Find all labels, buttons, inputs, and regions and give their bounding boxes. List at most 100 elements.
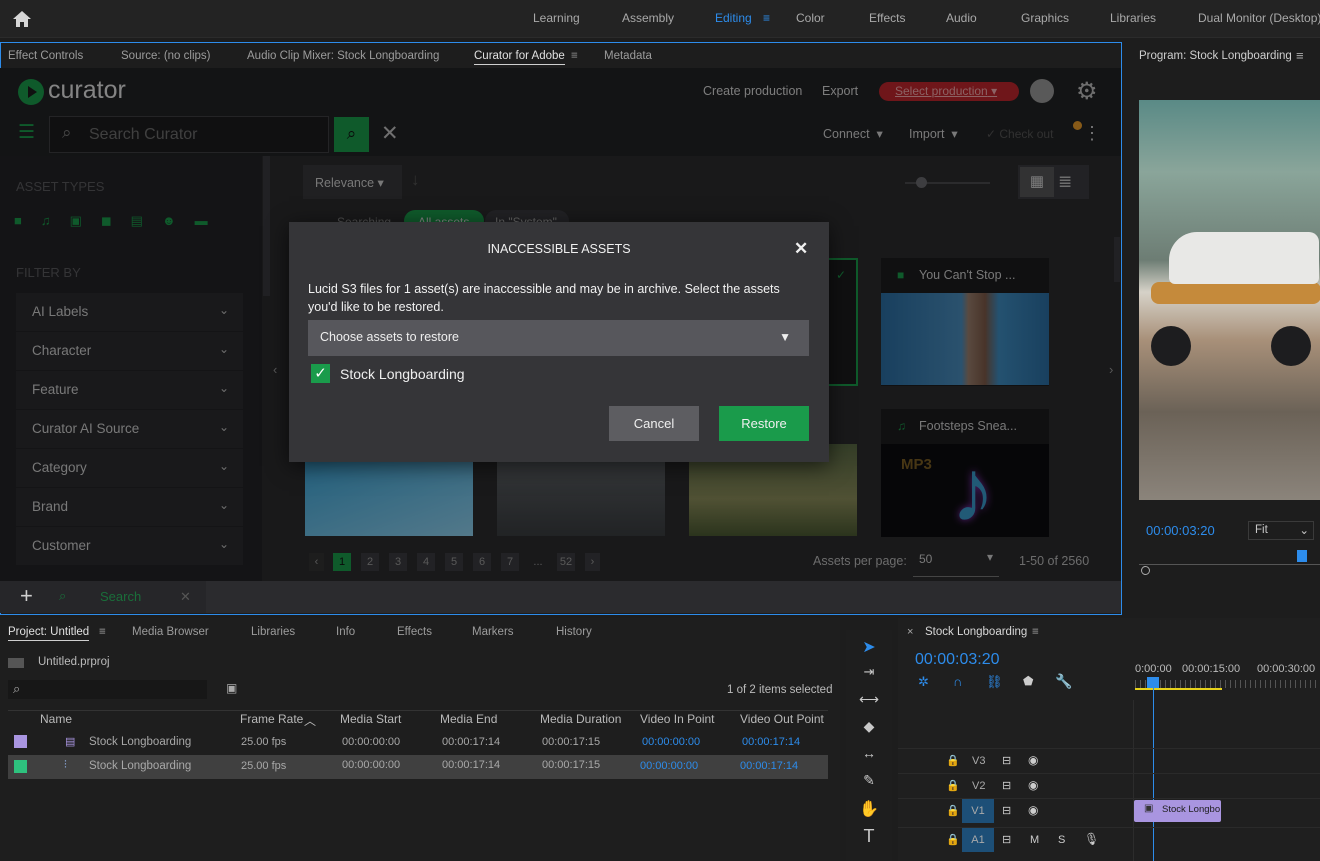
home-icon[interactable] — [12, 10, 32, 28]
ruler-label: 00:00:15:00 — [1182, 663, 1241, 675]
sync-icon[interactable]: ⊟ — [1002, 779, 1011, 792]
add-icon[interactable]: + — [20, 583, 33, 609]
sync-icon[interactable]: ⊟ — [1002, 804, 1011, 817]
choose-assets-dropdown[interactable]: Choose assets to restore ▼ — [308, 320, 809, 356]
playhead[interactable] — [1297, 550, 1307, 562]
tab-source[interactable]: Source: (no clips) — [121, 50, 210, 62]
workspace-color[interactable]: Color — [796, 11, 825, 25]
column-media-duration[interactable]: Media Duration — [540, 712, 621, 726]
track-a1: 🔒 A1 ⊟ M S 🎙 — [898, 827, 1320, 852]
eye-icon[interactable]: ◉ — [1028, 778, 1038, 792]
workspace-editing[interactable]: Editing — [715, 11, 752, 25]
mute-button[interactable]: M — [1030, 834, 1039, 846]
eye-icon[interactable]: ◉ — [1028, 753, 1038, 767]
workspace-graphics[interactable]: Graphics — [1021, 11, 1069, 25]
program-timecode[interactable]: 00:00:03:20 — [1146, 523, 1215, 538]
fit-select[interactable]: Fit ⌄ — [1248, 521, 1314, 540]
timeline-timecode[interactable]: 00:00:03:20 — [915, 651, 1000, 669]
eye-icon[interactable]: ◉ — [1028, 803, 1038, 817]
cancel-button[interactable]: Cancel — [609, 406, 699, 441]
razor-tool-icon[interactable]: ◆ — [858, 718, 880, 740]
row-frame-rate: 25.00 fps — [241, 760, 287, 772]
tab-audio-clip-mixer[interactable]: Audio Clip Mixer: Stock Longboarding — [247, 50, 439, 62]
project-file-icon — [8, 658, 24, 668]
program-video-frame — [1139, 100, 1320, 500]
zoom-handle[interactable] — [1141, 566, 1150, 575]
slip-tool-icon[interactable]: ↔ — [858, 745, 880, 767]
track-label[interactable]: V2 — [972, 780, 985, 792]
solo-button[interactable]: S — [1058, 834, 1065, 846]
tab-markers[interactable]: Markers — [472, 626, 514, 638]
sync-icon[interactable]: ⊟ — [1002, 833, 1011, 846]
marker-icon[interactable]: ⬟ — [1023, 674, 1033, 688]
tab-project[interactable]: Project: Untitled — [8, 626, 90, 641]
label-color-swatch — [14, 735, 27, 748]
workspace-effects[interactable]: Effects — [869, 11, 905, 25]
saved-search-label[interactable]: Search — [100, 589, 141, 604]
track-select-tool-icon[interactable]: ⇥ — [858, 664, 880, 686]
workspace-learning[interactable]: Learning — [533, 11, 580, 25]
sort-ascending-icon[interactable]: ︿ — [304, 712, 316, 729]
tab-effect-controls[interactable]: Effect Controls — [8, 50, 83, 62]
menu-icon[interactable]: ≡ — [1032, 626, 1039, 638]
snap-icon[interactable]: ∩ — [953, 674, 962, 689]
workspace-audio[interactable]: Audio — [946, 11, 977, 25]
clip-icon: ⫶ — [64, 759, 67, 771]
wrench-icon[interactable]: 🔧 — [1055, 673, 1072, 690]
menu-icon[interactable]: ≡ — [99, 626, 106, 638]
asset-checkbox[interactable]: ✓ — [311, 364, 330, 383]
lock-icon[interactable]: 🔒 — [946, 833, 960, 846]
column-media-start[interactable]: Media Start — [340, 712, 401, 726]
column-media-end[interactable]: Media End — [440, 712, 497, 726]
table-row[interactable]: ⫶ Stock Longboarding 25.00 fps 00:00:00:… — [8, 755, 828, 779]
track-label[interactable]: V1 — [962, 799, 994, 823]
row-frame-rate: 25.00 fps — [241, 736, 287, 748]
lock-icon[interactable]: 🔒 — [946, 779, 960, 792]
playhead[interactable] — [1147, 677, 1159, 688]
time-ruler[interactable] — [1135, 680, 1320, 688]
new-bin-icon[interactable]: ▣ — [226, 681, 237, 695]
tab-history[interactable]: History — [556, 626, 592, 638]
work-area-bar[interactable] — [1135, 688, 1222, 690]
column-video-in-point[interactable]: Video In Point — [640, 712, 715, 726]
column-video-out-point[interactable]: Video Out Point — [740, 712, 824, 726]
tab-info[interactable]: Info — [336, 626, 355, 638]
close-icon[interactable]: ✕ — [794, 239, 808, 259]
workspace-dual-monitor[interactable]: Dual Monitor (Desktop) — [1198, 11, 1320, 25]
tab-curator[interactable]: Curator for Adobe — [474, 50, 565, 65]
tab-metadata[interactable]: Metadata — [604, 50, 652, 62]
type-tool-icon[interactable]: T — [858, 826, 880, 848]
track-label[interactable]: A1 — [962, 828, 994, 852]
microphone-icon[interactable]: 🎙 — [1084, 832, 1099, 846]
workspace-libraries[interactable]: Libraries — [1110, 11, 1156, 25]
hand-tool-icon[interactable]: ✋ — [858, 799, 880, 821]
project-search-input[interactable]: ⌕ — [8, 680, 207, 699]
menu-icon[interactable]: ≡ — [1296, 48, 1304, 63]
close-icon[interactable]: × — [907, 626, 913, 638]
column-frame-rate[interactable]: Frame Rate — [240, 712, 303, 726]
lock-icon[interactable]: 🔒 — [946, 754, 960, 767]
timeline-clip[interactable]: ▣ Stock Longbo — [1134, 800, 1221, 822]
column-name[interactable]: Name — [40, 712, 72, 726]
sync-icon[interactable]: ⊟ — [1002, 754, 1011, 767]
close-icon[interactable]: ✕ — [180, 589, 191, 605]
workspace-assembly[interactable]: Assembly — [622, 11, 674, 25]
tab-libraries[interactable]: Libraries — [251, 626, 295, 638]
linked-selection-icon[interactable]: ⛓ — [986, 674, 1003, 690]
row-media-end: 00:00:17:14 — [442, 759, 501, 771]
table-row[interactable]: ▤ Stock Longboarding 25.00 fps 00:00:00:… — [8, 731, 828, 755]
pen-tool-icon[interactable]: ✎ — [858, 772, 880, 794]
tab-media-browser[interactable]: Media Browser — [132, 626, 209, 638]
lock-icon[interactable]: 🔒 — [946, 804, 960, 817]
selection-tool-icon[interactable]: ➤ — [858, 637, 880, 659]
menu-icon[interactable]: ≡ — [571, 50, 578, 62]
dialog-title: INACCESSIBLE ASSETS — [487, 242, 631, 256]
row-out-point: 00:00:17:14 — [742, 736, 801, 748]
nest-icon[interactable]: ✲ — [918, 674, 929, 690]
track-label[interactable]: V3 — [972, 755, 985, 767]
ripple-edit-tool-icon[interactable]: ⟷ — [858, 691, 880, 713]
menu-icon[interactable]: ≡ — [763, 11, 770, 25]
program-scrubber[interactable] — [1139, 556, 1320, 565]
tab-effects[interactable]: Effects — [397, 626, 432, 638]
restore-button[interactable]: Restore — [719, 406, 809, 441]
